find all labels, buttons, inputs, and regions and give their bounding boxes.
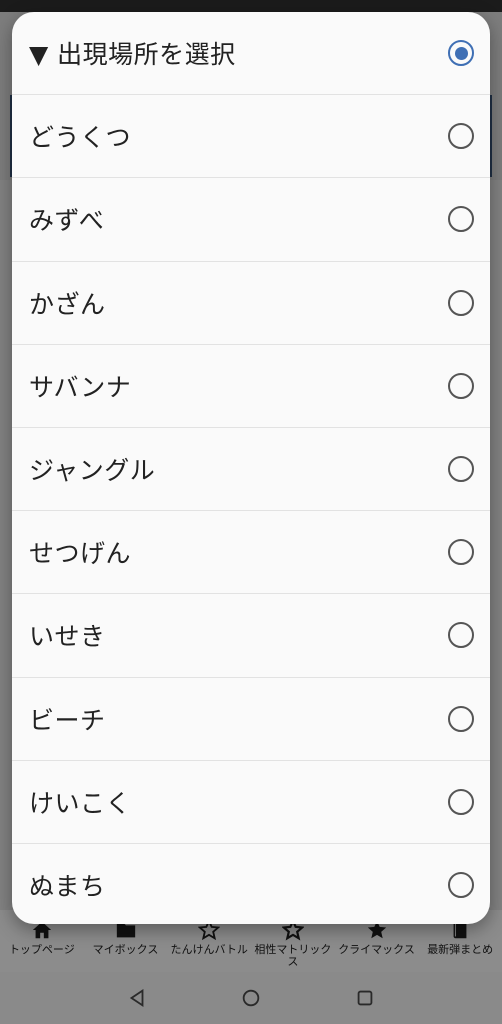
radio-icon[interactable] [448,372,474,399]
radio-icon[interactable] [448,539,474,566]
option-setsugen[interactable]: せつげん [12,511,490,595]
radio-icon[interactable] [448,705,474,732]
recents-icon [357,990,373,1006]
nav-label: トップページ [8,943,75,956]
option-label: ▼ 出現場所を選択 [29,40,236,70]
radio-icon[interactable] [448,872,474,899]
option-select-location[interactable]: ▼ 出現場所を選択 [12,12,490,96]
radio-icon[interactable] [448,289,474,316]
option-label: ビーチ [29,705,106,735]
nav-label: たんけんバトル [170,943,248,956]
option-mizube[interactable]: みずべ [12,178,490,262]
option-beach[interactable]: ビーチ [12,678,490,761]
nav-label: 最新弾まとめ [427,943,494,956]
option-label: いせき [29,622,106,652]
option-jungle[interactable]: ジャングル [12,428,490,512]
option-label: ジャングル [29,456,156,486]
option-savanna[interactable]: サバンナ [12,345,490,428]
option-kazan[interactable]: かざん [12,262,490,345]
option-label: どうくつ [29,123,132,153]
option-label: かざん [29,289,106,319]
radio-icon[interactable] [448,456,474,483]
back-button[interactable] [122,983,152,1013]
option-keikoku[interactable]: けいこく [12,761,490,844]
system-navigation [0,972,502,1024]
option-label: サバンナ [29,372,132,402]
option-label: ぬまち [29,872,106,902]
radio-icon[interactable] [448,206,474,233]
option-iseki[interactable]: いせき [12,594,490,678]
nav-label: マイボックス [92,943,159,956]
radio-selected-icon[interactable] [448,40,474,67]
back-icon [129,988,144,1008]
option-label: みずべ [29,206,105,236]
radio-icon[interactable] [448,622,474,649]
option-label: せつげん [29,539,132,569]
home-button[interactable] [236,983,266,1013]
nav-label: クライマックス [338,943,415,956]
status-bar [0,0,502,12]
radio-icon[interactable] [448,788,474,815]
recents-button[interactable] [350,983,380,1013]
option-numachi[interactable]: ぬまち [12,844,490,924]
radio-icon[interactable] [448,123,474,150]
option-label: けいこく [29,788,132,818]
location-select-dialog: ▼ 出現場所を選択 どうくつ みずべ かざん サバンナ ジャングル せつげん い… [12,12,490,924]
nav-label: 相性マトリックス [254,943,332,968]
option-doukutsu[interactable]: どうくつ [12,95,490,179]
screen: トップページ マイボックス たんけんバトル 相性マトリックス クライマックス 最… [0,0,502,1024]
home-circle-icon [242,989,260,1007]
